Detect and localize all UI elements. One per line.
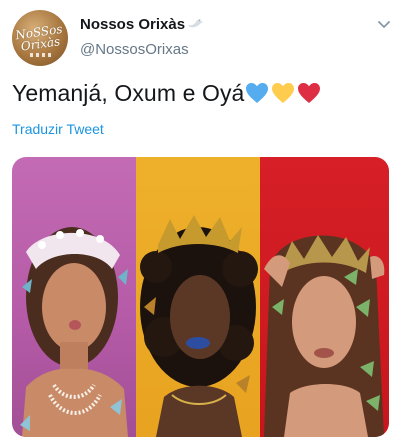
avatar-logo: NoSSos Orixàs [14,21,64,54]
yemanja-photo[interactable] [12,157,136,437]
blue-heart-icon [246,83,269,103]
display-name-text: Nossos Orixàs [80,16,186,33]
portrait-illustration [264,235,385,437]
tweet-text: Yemanjá, Oxum e Oyá [12,80,323,110]
oya-photo[interactable] [260,157,389,437]
tweet: NoSSos Orixàs Nossos Orixàs @NossosOrixa… [0,0,400,443]
avatar-decoration [30,53,52,57]
tweet-media[interactable] [12,157,389,437]
username[interactable]: @NossosOrixas [80,41,189,58]
portrait-illustration [140,215,258,437]
yellow-heart-icon [272,83,295,103]
portrait-illustration [20,227,128,437]
chevron-down-icon[interactable] [376,16,392,32]
red-heart-icon [298,83,321,103]
heart-emojis [245,82,323,110]
dove-icon [188,19,204,28]
oxum-photo[interactable] [136,157,260,437]
avatar[interactable]: NoSSos Orixàs [12,10,68,66]
display-name[interactable]: Nossos Orixàs [80,16,204,33]
tweet-text-content: Yemanjá, Oxum e Oyá [12,80,245,106]
translate-tweet-link[interactable]: Traduzir Tweet [12,121,104,137]
